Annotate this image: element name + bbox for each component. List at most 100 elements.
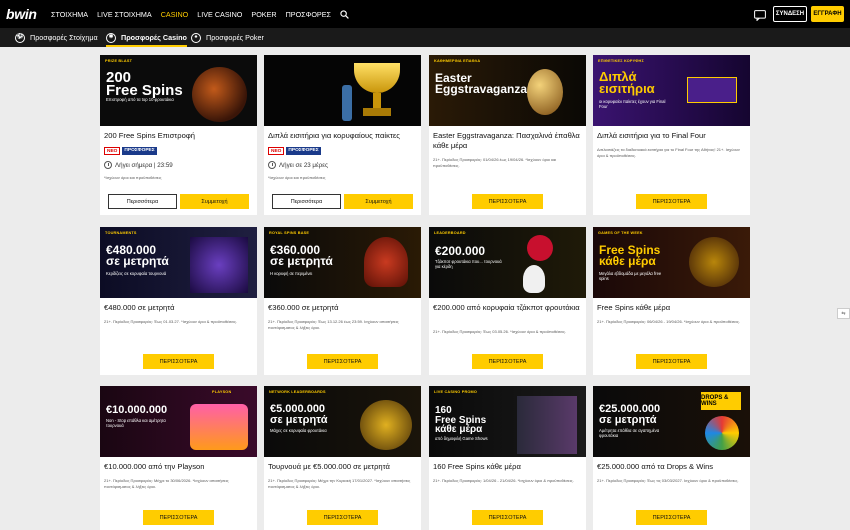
- nav-sports[interactable]: ΣΤΟΙΧΗΜΑ: [51, 10, 88, 19]
- terms-text: *Ισχύουν όροι και προϋποθέσεις: [104, 175, 162, 180]
- tab-sports-promotions[interactable]: ⚽ Προσφορές Στοίχημα: [15, 28, 98, 47]
- promotions-badge: ΠΡΟΣΦΟΡΕΣ: [286, 147, 321, 155]
- tab-casino-promotions[interactable]: ✱ Προσφορές Casino: [106, 28, 187, 47]
- join-button[interactable]: Συμμετοχή: [180, 194, 249, 209]
- promo-title: Free Spins κάθε μέρα: [597, 303, 671, 312]
- more-button[interactable]: ΠΕΡΙΣΣΟΤΕΡΑ: [307, 354, 378, 369]
- expiry-text: Λήγει σε 23 μέρες: [279, 161, 329, 169]
- banner-headline: Διπλά εισιτήρια: [599, 69, 655, 96]
- banner-subtext: Η κορυφή σε περιμένει: [270, 271, 313, 276]
- promo-banner[interactable]: €25.000.000 σε μετρητά Αμέτρητα επάθλα σ…: [593, 386, 750, 457]
- accessibility-widget-icon[interactable]: ⇆: [837, 308, 850, 319]
- banner-subtext: Κερδίζεις σε κορυφαία τουρνουά: [106, 271, 167, 276]
- banner-headline: €10.000.000: [106, 404, 168, 416]
- terms-text: *Ισχύουν όροι και προϋποθέσεις: [268, 175, 326, 180]
- promo-title: €25.000.000 από τα Drops & Wins: [597, 462, 714, 471]
- egg-artwork: [527, 69, 563, 115]
- terms-text: 21+. Περίοδος Προσφοράς: 01/04/26 έως 19…: [433, 157, 557, 168]
- figure-artwork: [342, 85, 352, 121]
- promo-card: ΕΠΙΘΕΤΙΚΕΣ ΚΟΡΥΦΗΣ Διπλά εισιτήρια οι κο…: [593, 55, 750, 215]
- banner-subtext: Non - Stop επάθλα και αμέτρητα τουρνουά: [106, 418, 166, 428]
- promo-title: Easter Eggstravaganza: Πασχαλινά έπαθλα …: [433, 131, 580, 150]
- bunny-artwork: [523, 265, 545, 293]
- promo-card: ROYAL SPINS BASE €360.000 σε μετρητά Η κ…: [264, 227, 421, 375]
- promo-banner[interactable]: TOURNAMENTS €480.000 σε μετρητά Κερδίζει…: [100, 227, 257, 298]
- promo-badges: ΝΕΟ ΠΡΟΣΦΟΡΕΣ: [104, 147, 157, 155]
- more-button[interactable]: ΠΕΡΙΣΣΟΤΕΡΑ: [636, 354, 707, 369]
- more-button[interactable]: ΠΕΡΙΣΣΟΤΕΡΑ: [143, 354, 214, 369]
- promo-banner[interactable]: GAMES OF THE WEEK Free Spins κάθε μέρα Μ…: [593, 227, 750, 298]
- terms-text: 21+. Περίοδος Προσφοράς: Μέχρι το 30/06/…: [104, 478, 229, 489]
- banner-headline: €200.000: [435, 244, 486, 258]
- banner-artwork: [192, 67, 247, 122]
- promo-title: 200 Free Spins Επιστροφή: [104, 131, 195, 140]
- terms-text: 21+. Περίοδος Προσφοράς: Έως τις 03/03/2…: [597, 478, 739, 483]
- promo-banner[interactable]: LIVE CASINO PROMO 160 Free Spins κάθε μέ…: [429, 386, 586, 457]
- nav-casino[interactable]: CASINO: [161, 10, 189, 19]
- promo-card: ΚΑΘΗΜΕΡΙΝΑ ΕΠΑΘΛΑ Easter Eggstravaganza …: [429, 55, 586, 215]
- more-button[interactable]: ΠΕΡΙΣΣΟΤΕΡΑ: [636, 510, 707, 525]
- terms-text: 21+. Περίοδος Προσφοράς: Έως 13.12.26 έω…: [268, 319, 399, 330]
- more-button[interactable]: ΠΕΡΙΣΣΟΤΕΡΑ: [472, 194, 543, 209]
- expiry-info: Λήγει σε 23 μέρες: [268, 161, 328, 169]
- promo-title: Τουρνουά με €5.000.000 σε μετρητά: [268, 462, 390, 471]
- promo-banner[interactable]: PRIZE BLAST 200 Free Spins Επιστροφή από…: [100, 55, 257, 126]
- banner-tag: NETWORK LEADERBOARDS: [269, 390, 326, 394]
- promo-banner[interactable]: ΚΑΘΗΜΕΡΙΝΑ ΕΠΑΘΛΑ Easter Eggstravaganza: [429, 55, 586, 126]
- banner-subtext: Τζάκποτ φρουτάκια που... τουρνουά για κέ…: [435, 259, 502, 269]
- more-button[interactable]: ΠΕΡΙΣΣΟΤΕΡΑ: [472, 354, 543, 369]
- banner-tag: ΕΠΙΘΕΤΙΚΕΣ ΚΟΡΥΦΗΣ: [598, 59, 644, 63]
- tab-label: Προσφορές Στοίχημα: [30, 33, 98, 42]
- promo-title: €10.000.000 από την Playson: [104, 462, 205, 471]
- promo-title: €480.000 σε μετρητά: [104, 303, 175, 312]
- join-button[interactable]: Συμμετοχή: [344, 194, 413, 209]
- non-stop-drops-artwork: [190, 404, 248, 450]
- king-artwork: [364, 237, 408, 287]
- promotions-subnav: ⚽ Προσφορές Στοίχημα ✱ Προσφορές Casino ♠ Π…: [0, 28, 850, 47]
- banner-headline: 160 Free Spins κάθε μέρα: [435, 405, 487, 435]
- promo-card: TOURNAMENTS €480.000 σε μετρητά Κερδίζει…: [100, 227, 257, 375]
- tab-poker-promotions[interactable]: ♠ Προσφορές Poker: [191, 28, 264, 47]
- nav-poker[interactable]: POKER: [251, 10, 276, 19]
- more-button[interactable]: Περισσότερα: [272, 194, 341, 209]
- more-button[interactable]: ΠΕΡΙΣΣΟΤΕΡΑ: [143, 510, 214, 525]
- register-button[interactable]: ΕΓΓΡΑΦΗ: [811, 6, 844, 22]
- promo-banner[interactable]: LEADERBOARD €200.000 Τζάκποτ φρουτάκια π…: [429, 227, 586, 298]
- drops-wins-logo: DROPS & WINS: [701, 392, 741, 410]
- more-button[interactable]: ΠΕΡΙΣΣΟΤΕΡΑ: [307, 510, 378, 525]
- terms-text: 21+. Περίοδος Προσφοράς: Έως 01.03.27. *…: [104, 319, 238, 324]
- banner-subtext: από δημοφιλή Game Shows: [435, 436, 488, 441]
- trophy-base: [363, 108, 391, 116]
- nav-promotions[interactable]: ΠΡΟΣΦΟΡΕΣ: [286, 10, 331, 19]
- expiry-text: Λήγει σήμερα | 23:59: [115, 161, 173, 169]
- banner-tag: LIVE CASINO PROMO: [434, 390, 478, 394]
- clock-icon: [104, 161, 112, 169]
- promo-banner[interactable]: ΕΠΙΘΕΤΙΚΕΣ ΚΟΡΥΦΗΣ Διπλά εισιτήρια οι κο…: [593, 55, 750, 126]
- promo-banner[interactable]: [264, 55, 421, 126]
- terms-text: 21+. Περίοδος Προσφοράς: 06/04/26 - 19/0…: [597, 319, 740, 324]
- tab-label: Προσφορές Casino: [121, 33, 187, 42]
- clock-icon: [268, 161, 276, 169]
- more-button[interactable]: ΠΕΡΙΣΣΟΤΕΡΑ: [636, 194, 707, 209]
- search-icon[interactable]: [340, 9, 349, 19]
- spinoleague-artwork: [190, 237, 248, 293]
- promo-banner[interactable]: PLAYSON €10.000.000 Non - Stop επάθλα κα…: [100, 386, 257, 457]
- more-button[interactable]: Περισσότερα: [108, 194, 177, 209]
- nav-live-sports[interactable]: LIVE ΣΤΟΙΧΗΜΑ: [97, 10, 152, 19]
- chat-icon[interactable]: [754, 8, 766, 22]
- promo-card: PRIZE BLAST 200 Free Spins Επιστροφή από…: [100, 55, 257, 215]
- promo-banner[interactable]: NETWORK LEADERBOARDS €5.000.000 σε μετρη…: [264, 386, 421, 457]
- terms-text: 21+. Περίοδος Προσφοράς: Έως 03.05.26. *…: [433, 329, 567, 334]
- banner-tag: ΚΑΘΗΜΕΡΙΝΑ ΕΠΑΘΛΑ: [434, 59, 481, 63]
- terms-text: 21+. Περίοδος Προσφοράς: 1/04/26 - 21/04…: [433, 478, 574, 483]
- pragmatic-artwork: [360, 400, 412, 450]
- bwin-logo[interactable]: bwin: [6, 6, 37, 22]
- banner-headline: Free Spins κάθε μέρα: [599, 243, 661, 268]
- promo-title: Διπλά εισιτήρια για το Final Four: [597, 131, 706, 140]
- more-button[interactable]: ΠΕΡΙΣΣΟΤΕΡΑ: [472, 510, 543, 525]
- nav-live-casino[interactable]: LIVE CASINO: [197, 10, 242, 19]
- login-button[interactable]: ΣΥΝΔΕΣΗ: [773, 6, 807, 22]
- promo-banner[interactable]: ROYAL SPINS BASE €360.000 σε μετρητά Η κ…: [264, 227, 421, 298]
- casino-chip-icon: ✱: [106, 32, 116, 43]
- banner-subtext: Μάχες σε κορυφαία φρουτάκια: [270, 428, 327, 433]
